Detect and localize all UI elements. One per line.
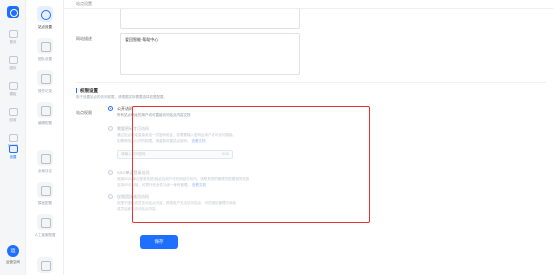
settings-icon — [8, 145, 18, 153]
rail2-item-label: 操作记录 — [38, 89, 52, 93]
rail1-item-trash[interactable]: 回收 — [0, 108, 26, 132]
book-icon — [8, 134, 18, 142]
editor-icon — [37, 102, 53, 118]
rail2-item-global-comments[interactable]: 全局评论 — [26, 150, 64, 174]
radio-icon[interactable] — [108, 126, 113, 131]
rail1-item-settings[interactable]: 设置 — [0, 145, 26, 169]
rail1-item-team[interactable]: 团队 — [0, 56, 26, 80]
rail1-item-label: 回收 — [9, 118, 17, 122]
rail2-item-site-settings[interactable]: 站点设置 — [26, 6, 64, 30]
template-icon — [8, 82, 18, 90]
tag-icon — [37, 257, 53, 273]
view-docs-link[interactable]: 查看文档 — [191, 139, 205, 143]
rail2-item-label: 编辑配置 — [38, 121, 52, 125]
option-title: 需要密码才可访问 — [117, 126, 149, 131]
option-description-line: 支持SSO对接，可提升安全性与统一身份管理。 — [117, 182, 191, 187]
option-description: 通过站点地址直接参加一次密码验证，若需要输入密码后用户才可访问链接。 如需修改为… — [117, 133, 297, 144]
sliders-icon — [37, 150, 53, 166]
option-title: 公开访问 — [117, 106, 133, 111]
gear-icon — [37, 6, 53, 22]
site-description-input[interactable]: 爱回智能·帮助中心 — [120, 33, 300, 75]
password-char-count: 0/10 — [222, 152, 229, 156]
trash-icon — [8, 108, 18, 116]
rail2-item-label: 模板配置 — [38, 201, 52, 205]
permission-section-subtitle: 用于设置站点的访问权限，请根据实际需要选择权限配置。 — [76, 95, 167, 99]
headset-icon — [37, 214, 53, 230]
option-description-line: 如需修改为公开的权限，请重新设置站点密码。 — [117, 138, 191, 143]
option-title: 仅限团队成员访问 — [117, 194, 149, 199]
rail2-item-label: 人工客服配置 — [34, 233, 56, 237]
app-logo[interactable] — [7, 6, 19, 18]
page-title: 站点设置 — [64, 0, 553, 9]
permission-section-title: 权限设置 — [76, 88, 98, 93]
home-icon — [8, 30, 18, 38]
site-permission-label: 站点权限 — [76, 110, 92, 115]
option-title: SSO单点登录访问 — [117, 170, 150, 175]
rail1-item-label: 团队 — [9, 66, 17, 70]
option-description: 使用SSO(单点登录系统)验证后用户可在网站中访问，请联系您的管理员配置相关信息… — [117, 177, 297, 188]
rail1-item-label: 设置 — [9, 155, 17, 159]
radio-icon[interactable] — [108, 194, 113, 199]
workspace-name[interactable]: 运营空间 — [0, 260, 26, 265]
rail1-item-home[interactable]: 首页 — [0, 30, 26, 54]
settings-nav-rail: 站点设置 团队设置 操作记录 编辑配置 全局评论 模板配置 人工客服配置 — [26, 0, 64, 275]
section-divider — [76, 82, 546, 83]
view-docs-link[interactable]: 查看文档 — [192, 183, 206, 187]
rail2-item-label: 站点设置 — [38, 25, 52, 29]
upper-field-box[interactable] — [120, 9, 300, 29]
radio-icon[interactable] — [108, 170, 113, 175]
rail2-item-operation-log[interactable]: 操作记录 — [26, 70, 64, 94]
option-description: 仅限于团队成员访问站点内容，其他用户无法访问站点，可在团队管理中添加 成员后即可… — [117, 201, 297, 212]
password-input[interactable]: 请输入访问密码 0/10 — [117, 150, 233, 159]
rail2-item-label: 全局评论 — [38, 169, 52, 173]
log-icon — [37, 70, 53, 86]
radio-checked-icon[interactable] — [108, 106, 113, 111]
option-description-line: 成员后即可访问站点内容。 — [117, 206, 159, 211]
option-description: 所有站点地址的用户均可直接访问站点内容文档 — [117, 113, 191, 117]
template-icon — [37, 182, 53, 198]
rail2-item-tag[interactable] — [26, 257, 64, 273]
rail2-item-editor-config[interactable]: 编辑配置 — [26, 102, 64, 126]
users-icon — [37, 38, 53, 54]
team-icon — [8, 56, 18, 64]
rail1-item-label: 首页 — [9, 40, 17, 44]
rail1-item-template[interactable]: 模板 — [0, 82, 26, 106]
site-description-label: 网站描述 — [76, 36, 92, 41]
avatar[interactable]: 运 — [7, 245, 19, 257]
rail2-item-label: 团队设置 — [38, 57, 52, 61]
settings-main: 站点设置 网站描述 爱回智能·帮助中心 权限设置 用于设置站点的访问权限，请根据… — [64, 0, 553, 275]
save-button[interactable]: 保存 — [140, 235, 178, 249]
rail1-item-label: 模板 — [9, 92, 17, 96]
primary-nav-rail: 首页 团队 模板 回收 知识库 设置 运 运营空间 — [0, 0, 26, 275]
rail2-item-customer-service[interactable]: 人工客服配置 — [26, 214, 64, 238]
rail2-item-template-config[interactable]: 模板配置 — [26, 182, 64, 206]
password-input-placeholder: 请输入访问密码 — [121, 152, 146, 156]
rail2-item-team-settings[interactable]: 团队设置 — [26, 38, 64, 62]
